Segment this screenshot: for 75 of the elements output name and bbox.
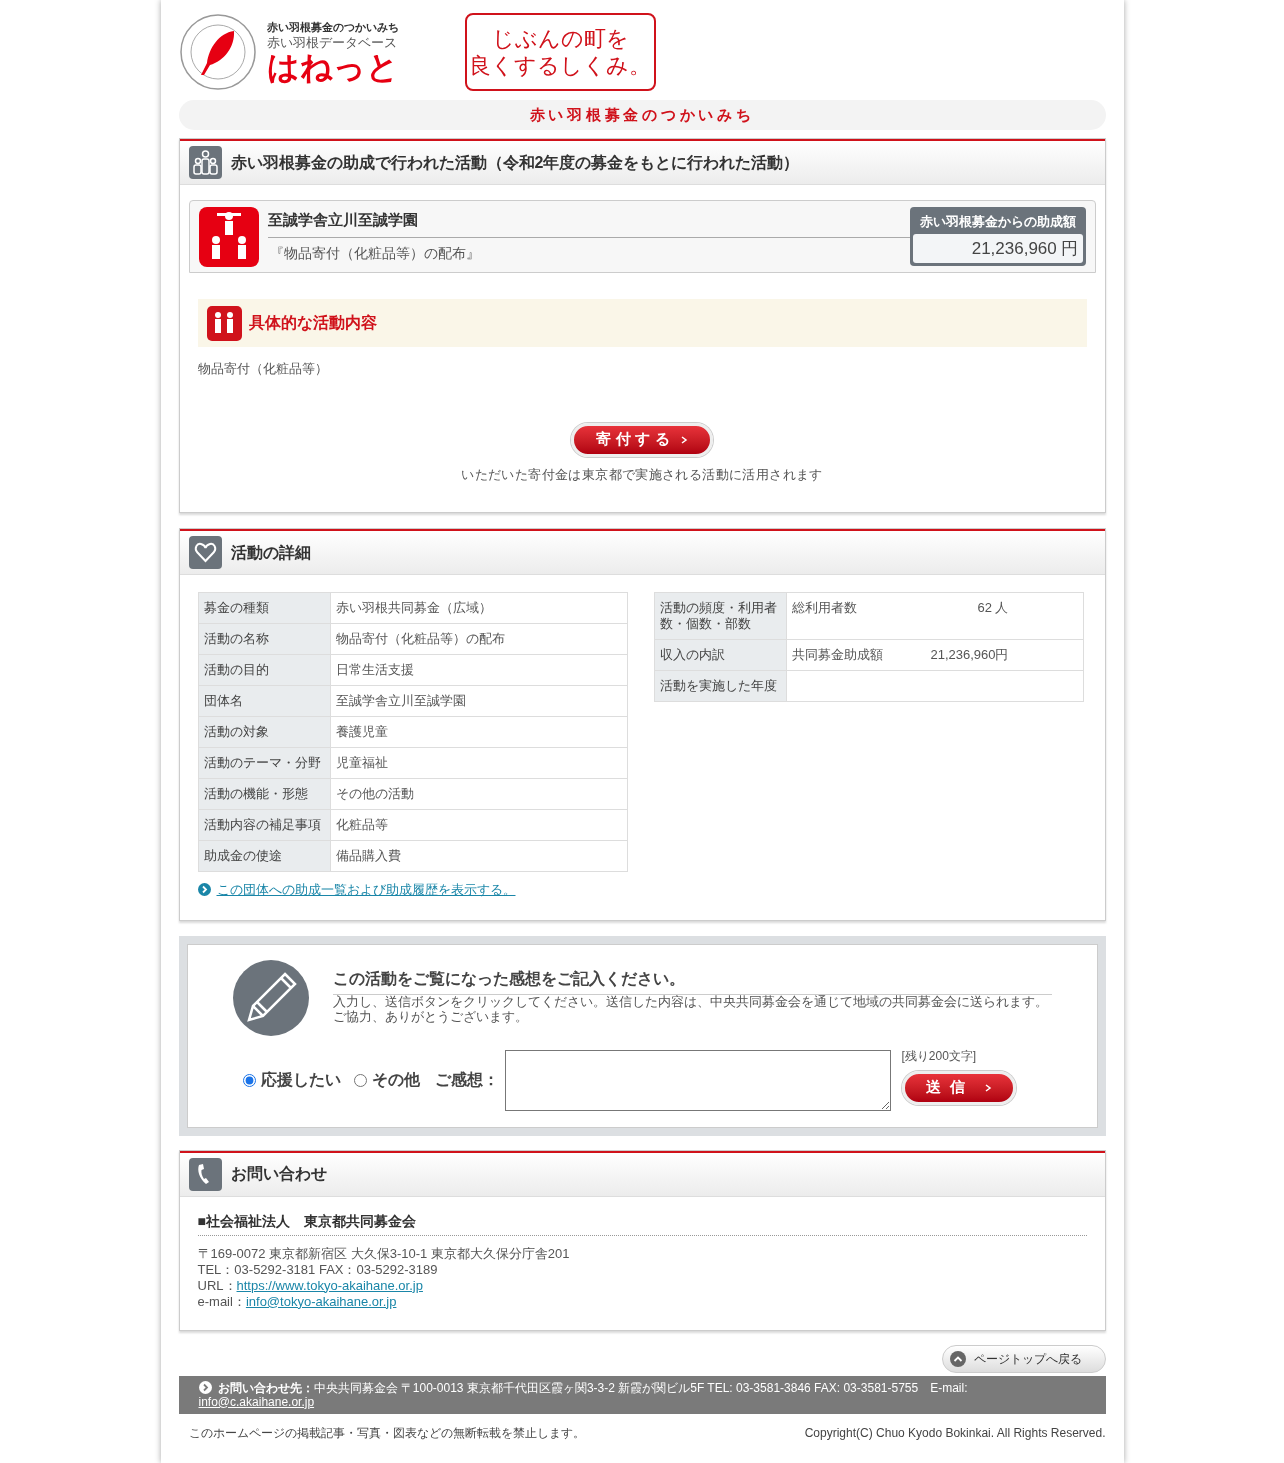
people-icon <box>188 146 222 179</box>
table-label: 活動の機能・形態 <box>198 778 330 810</box>
phone-icon <box>188 1157 222 1191</box>
logo-subtitle: 赤い羽根データベース <box>266 35 398 49</box>
table-label: 団体名 <box>198 685 330 717</box>
table-cell: 共同募金助成額 <box>791 647 883 663</box>
footer-contact: お問い合わせ先：中央共同募金会 〒100-0013 東京都千代田区霞ヶ関3-3-2 新霞が関ビル5F TEL: 03-3581-3846 FAX: 03-3581-5755 E-mail: <box>198 1380 1086 1395</box>
address-text: 〒169-0072 東京都新宿区 大久保3-10-1 東京都大久保分庁舎201 <box>197 1245 571 1262</box>
copy-notice: このホームページの掲載記事・写真・図表などの無断転載を禁止します。 <box>188 1424 585 1442</box>
banner-title: 赤い羽根募金のつかいみち <box>529 104 755 125</box>
table-label: 収入の内訳 <box>654 639 786 671</box>
table-cell: 日常生活支援 <box>330 654 627 686</box>
donate-note: いただいた寄付金は東京都で実施される活動に活用されます <box>461 465 823 484</box>
table-cell: 物品寄付（化粧品等）の配布 <box>330 623 627 655</box>
table-cell: 備品購入費 <box>330 840 627 872</box>
pencil-icon <box>232 959 309 1036</box>
logo-name: はねっと <box>266 50 399 83</box>
donate-button[interactable]: 寄付する <box>571 422 713 457</box>
phone-text: TEL：03-5292-3181 FAX：03-5292-3189 <box>197 1261 439 1278</box>
table-cell: 21,236,960円 <box>930 647 1009 663</box>
detail-text: 物品寄付（化粧品等） <box>197 360 329 378</box>
grant-label: 赤い羽根募金からの助成額 <box>918 213 1077 231</box>
table-label: 活動の目的 <box>198 654 330 686</box>
table-cell: 養護児童 <box>330 716 627 748</box>
table-label: 活動の頻度・利用者数・個数・部数 <box>654 592 786 640</box>
url-label: URL： <box>197 1277 237 1294</box>
arrow-circle-icon <box>198 1380 212 1394</box>
slogan: じぶんの町を 良くするしくみ。 <box>464 13 656 91</box>
comment-field[interactable] <box>504 1049 891 1111</box>
activity-name: 『物品寄付（化粧品等）の配布』 <box>268 244 481 264</box>
radio-button[interactable] <box>242 1073 256 1087</box>
table-cell: 総利用者数 <box>791 600 857 616</box>
people-icon <box>206 305 242 341</box>
table-cell: 化粧品等 <box>330 809 627 841</box>
table-label: 活動のテーマ・分野 <box>198 747 330 779</box>
instruction-text: ご協力、ありがとうございます。 <box>332 1009 529 1025</box>
copyright: Copyright(C) Chuo Kyodo Bokinkai. All Rights Reserved. <box>804 1424 1106 1442</box>
radio-label: 応援したい <box>260 1070 341 1090</box>
history-link[interactable]: この団体への助成一覧および助成履歴を表示する。 <box>216 880 516 900</box>
people-icon <box>198 206 259 267</box>
table-cell: 62 人 <box>977 600 1009 616</box>
instruction-text: 入力し、送信ボタンをクリックしてください。送信した内容は、中央共同募金会を通じて地域の共同募金会に送られます。 <box>332 994 1049 1010</box>
grant-amount: 21,236,960 円 <box>912 233 1083 263</box>
table-label: 活動の名称 <box>198 623 330 655</box>
table-label: 活動を実施した年度 <box>654 670 786 702</box>
organization-name: ■社会福祉法人 東京都共同募金会 <box>197 1212 1087 1236</box>
remaining-count: [残り200文字] <box>901 1047 978 1065</box>
chevron-icon <box>983 1083 992 1092</box>
table-label: 募金の種類 <box>198 592 330 624</box>
email-link[interactable]: info@tokyo-akaihane.or.jp <box>245 1293 397 1310</box>
table-cell: その他の活動 <box>330 778 627 810</box>
table-label: 助成金の使途 <box>198 840 330 872</box>
logo-caption: 赤い羽根募金のつかいみち <box>266 21 399 33</box>
table-cell: 児童福祉 <box>330 747 627 779</box>
logo-icon <box>178 13 257 91</box>
section-title: 活動の詳細 <box>230 542 311 563</box>
footer-email-link[interactable]: info@c.akaihane.or.jp <box>198 1394 315 1409</box>
radio-button[interactable] <box>353 1073 367 1087</box>
page-top-button[interactable]: ページトップへ戻る <box>941 1344 1106 1373</box>
table-label: 活動の対象 <box>198 716 330 748</box>
arrow-circle-icon <box>197 883 211 897</box>
section-title: 赤い羽根募金の助成で行われた活動（令和2年度の募金をもとに行われた活動） <box>230 152 800 173</box>
email-label: e-mail： <box>197 1293 246 1310</box>
detail-heading: 具体的な活動内容 <box>248 313 377 334</box>
comment-label: ご感想： <box>434 1070 499 1090</box>
submit-button[interactable]: 送信 <box>901 1070 1016 1105</box>
website-link[interactable]: https://www.tokyo-akaihane.or.jp <box>236 1277 423 1294</box>
feedback-title: この活動をご覧になった感想をご記入ください。 <box>332 959 1052 995</box>
section-title: お問い合わせ <box>230 1164 327 1184</box>
table-label: 活動内容の補足事項 <box>198 809 330 841</box>
table-cell: 至誠学舎立川至誠学園 <box>330 685 627 717</box>
organization-name: 至誠学舎立川至誠学園 <box>267 208 910 239</box>
radio-label: その他 <box>371 1070 420 1090</box>
table-cell: 赤い羽根共同募金（広域） <box>330 592 627 624</box>
chevron-icon <box>680 435 688 444</box>
